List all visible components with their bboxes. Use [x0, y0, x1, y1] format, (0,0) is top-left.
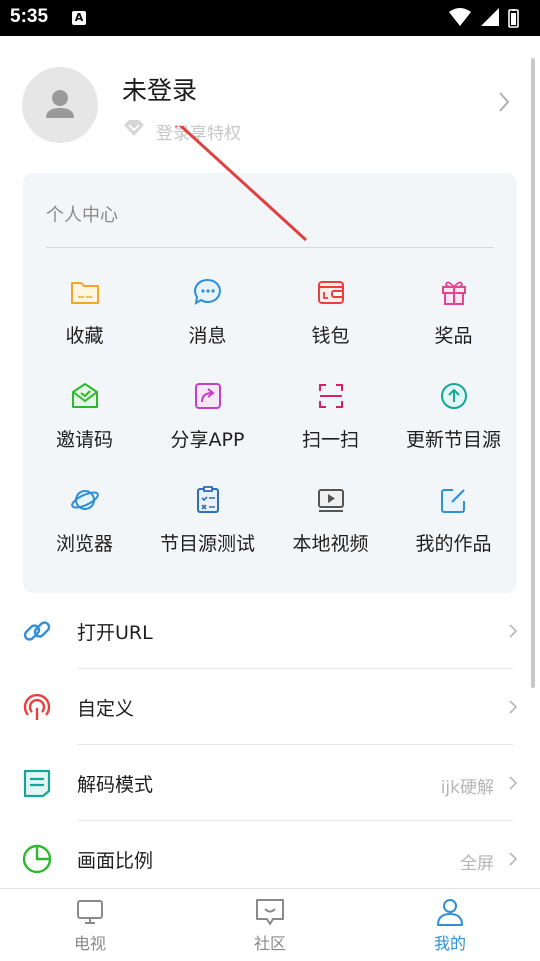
menu-item-open-url[interactable]: 打开URL [0, 593, 540, 669]
grid-item-label: 消息 [188, 325, 227, 347]
person-placeholder-icon [46, 90, 74, 118]
tab-mine[interactable]: 我的 [360, 889, 540, 961]
menu-item-value: 全屏 [460, 854, 494, 874]
grid-item-local-video[interactable]: 本地视频 [269, 476, 392, 576]
custom-signal-icon [23, 693, 51, 720]
wifi-icon [449, 8, 471, 26]
grid-item-label: 浏览器 [55, 533, 113, 555]
grid-item-source-test[interactable]: 节目源测试 [146, 476, 269, 576]
battery-icon [508, 9, 519, 28]
grid-item-label: 更新节目源 [405, 429, 501, 451]
folder-icon [71, 282, 99, 304]
grid-item-label: 我的作品 [415, 533, 492, 555]
system-status-icons [449, 8, 519, 28]
grid-item-my-works[interactable]: 我的作品 [392, 476, 515, 576]
grid-item-label: 钱包 [311, 325, 350, 347]
grid-item-invite-code[interactable]: 邀请码 [23, 372, 146, 472]
grid-item-wallet[interactable]: 钱包 [269, 268, 392, 368]
login-privilege-hint[interactable]: 登录享特权 [122, 118, 241, 144]
chevron-right-icon [509, 776, 518, 790]
menu-item-label: 自定义 [77, 698, 135, 720]
tab-community[interactable]: 社区 [180, 889, 360, 961]
grid-item-label: 扫一扫 [301, 429, 359, 451]
tab-label: 社区 [253, 934, 286, 953]
grid-item-label: 奖品 [434, 325, 473, 347]
grid-item-browser[interactable]: 浏览器 [23, 476, 146, 576]
wallet-icon [318, 281, 344, 304]
login-status-title[interactable]: 未登录 [122, 71, 197, 107]
chevron-right-icon [499, 92, 510, 112]
grid-item-label: 分享APP [170, 429, 245, 451]
person-icon [437, 899, 463, 926]
chat-icon [194, 278, 221, 305]
share-icon [195, 383, 221, 409]
grid-item-scan[interactable]: 扫一扫 [269, 372, 392, 472]
signal-icon [481, 8, 499, 26]
pie-icon [22, 844, 52, 874]
grid-item-update-source[interactable]: 更新节目源 [392, 372, 515, 472]
avatar[interactable] [22, 67, 98, 143]
grid-item-label: 节目源测试 [159, 533, 255, 555]
grid-item-favorites[interactable]: 收藏 [23, 268, 146, 368]
grid-item-share-app[interactable]: 分享APP [146, 372, 269, 472]
grid-item-label: 邀请码 [55, 429, 113, 451]
menu-item-label: 画面比例 [77, 850, 154, 872]
bottom-navigation: 电视 社区 我的 [0, 888, 540, 960]
chevron-right-icon [509, 700, 518, 714]
tab-label: 电视 [73, 934, 106, 953]
my-page-content: 未登录 登录享特权 个人中心 收藏 消息 钱包 奖品 邀请码 分享APP 扫一扫… [0, 36, 540, 888]
grid-item-messages[interactable]: 消息 [146, 268, 269, 368]
personal-center-card: 个人中心 收藏 消息 钱包 奖品 邀请码 分享APP 扫一扫 更新节目源 浏览器… [23, 173, 517, 593]
tv-icon [77, 900, 103, 924]
diamond-icon [124, 120, 144, 136]
chevron-right-icon [509, 624, 518, 638]
chevron-right-icon [509, 852, 518, 866]
scan-icon [319, 384, 343, 408]
menu-item-decode-mode[interactable]: 解码模式 ijk硬解 [0, 745, 540, 821]
grid-item-label: 收藏 [65, 325, 104, 347]
menu-item-aspect-ratio[interactable]: 画面比例 全屏 [0, 821, 540, 888]
edit-icon [441, 489, 465, 513]
status-bar: 5:35 A [0, 0, 540, 36]
grid-item-prizes[interactable]: 奖品 [392, 268, 515, 368]
menu-item-label: 解码模式 [77, 774, 154, 796]
video-player-icon [318, 489, 344, 512]
personal-center-title: 个人中心 [46, 205, 118, 226]
decode-icon [23, 769, 51, 798]
clipboard-check-icon [197, 486, 219, 513]
link-icon [23, 621, 51, 641]
upload-icon [441, 383, 467, 409]
gift-icon [442, 281, 466, 305]
menu-item-label: 打开URL [77, 622, 153, 644]
tab-tv[interactable]: 电视 [0, 889, 180, 961]
invite-envelope-icon [72, 383, 98, 408]
menu-item-custom[interactable]: 自定义 [0, 669, 540, 745]
privilege-text: 登录享特权 [156, 124, 241, 144]
notification-icon: A [72, 11, 86, 25]
status-time: 5:35 [10, 6, 49, 27]
community-icon [256, 899, 284, 925]
profile-header[interactable]: 未登录 登录享特权 [0, 36, 540, 172]
divider [46, 247, 494, 248]
planet-icon [71, 490, 99, 510]
menu-item-value: ijk硬解 [440, 778, 494, 798]
tab-label: 我的 [433, 934, 466, 953]
grid-item-label: 本地视频 [292, 533, 369, 555]
